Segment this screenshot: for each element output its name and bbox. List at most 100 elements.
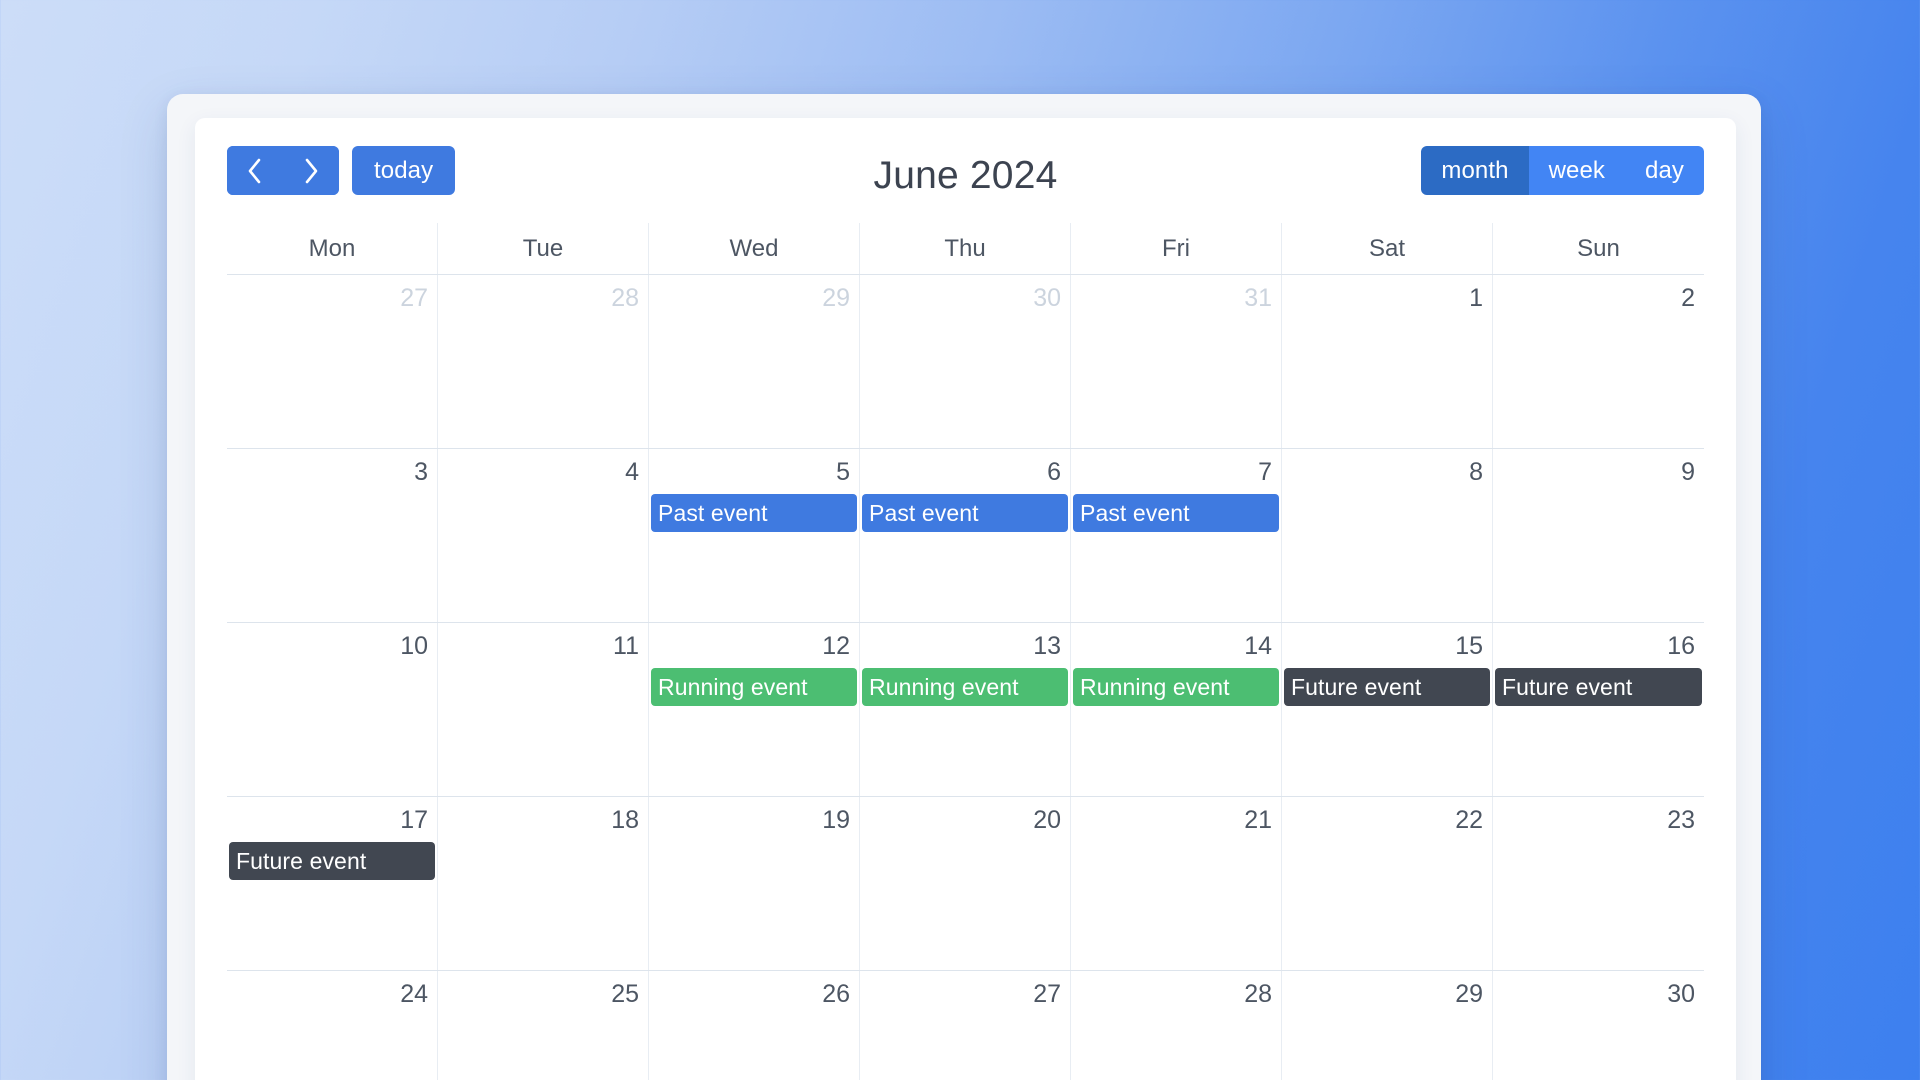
day-cell[interactable]: 28 [1071, 971, 1282, 1080]
day-cell[interactable]: 10 [227, 623, 438, 796]
day-cell[interactable]: 26 [649, 971, 860, 1080]
day-number: 25 [611, 980, 639, 1008]
calendar-event[interactable]: Future event [1284, 668, 1490, 706]
day-cell[interactable]: 2 [1493, 275, 1704, 448]
day-number: 3 [414, 458, 428, 486]
day-cell[interactable]: 20 [860, 797, 1071, 970]
day-number: 4 [625, 458, 639, 486]
day-cell[interactable]: 25 [438, 971, 649, 1080]
day-number: 13 [1033, 632, 1061, 660]
day-number: 9 [1681, 458, 1695, 486]
dow-wed: Wed [649, 223, 860, 274]
day-number: 21 [1244, 806, 1272, 834]
day-number: 23 [1667, 806, 1695, 834]
day-number: 12 [822, 632, 850, 660]
day-cell[interactable]: 28 [438, 275, 649, 448]
calendar-card: today June 2024 month week day Mon Tue W… [195, 118, 1736, 1080]
dow-fri: Fri [1071, 223, 1282, 274]
day-cell[interactable]: 15 Future event [1282, 623, 1493, 796]
day-cell[interactable]: 7 Past event [1071, 449, 1282, 622]
calendar-grid: Mon Tue Wed Thu Fri Sat Sun 27 28 29 30 31 1 2… [227, 223, 1704, 1080]
calendar-event[interactable]: Running event [862, 668, 1068, 706]
day-number: 2 [1681, 284, 1695, 312]
calendar-event[interactable]: Future event [1495, 668, 1702, 706]
day-cell[interactable]: 27 [860, 971, 1071, 1080]
day-number: 11 [613, 632, 639, 660]
day-cell[interactable]: 31 [1071, 275, 1282, 448]
day-cell[interactable]: 3 [227, 449, 438, 622]
calendar-event[interactable]: Past event [651, 494, 857, 532]
day-cell[interactable]: 29 [1282, 971, 1493, 1080]
day-cell[interactable]: 27 [227, 275, 438, 448]
day-cell[interactable]: 18 [438, 797, 649, 970]
day-number: 20 [1033, 806, 1061, 834]
day-number: 30 [1033, 284, 1061, 312]
day-of-week-header: Mon Tue Wed Thu Fri Sat Sun [227, 223, 1704, 275]
day-cell[interactable]: 23 [1493, 797, 1704, 970]
day-number: 19 [822, 806, 850, 834]
day-number: 22 [1455, 806, 1483, 834]
day-cell[interactable]: 1 [1282, 275, 1493, 448]
day-number: 28 [1244, 980, 1272, 1008]
day-number: 14 [1244, 632, 1272, 660]
day-number: 31 [1244, 284, 1272, 312]
day-cell[interactable]: 24 [227, 971, 438, 1080]
day-number: 26 [822, 980, 850, 1008]
calendar-event[interactable]: Running event [1073, 668, 1279, 706]
view-button-day[interactable]: day [1625, 146, 1704, 195]
calendar-week-row: 10 11 12 Running event 13 Running event 14 Runn… [227, 623, 1704, 797]
day-number: 29 [1455, 980, 1483, 1008]
day-cell[interactable]: 14 Running event [1071, 623, 1282, 796]
day-number: 7 [1258, 458, 1272, 486]
day-number: 29 [822, 284, 850, 312]
day-number: 24 [400, 980, 428, 1008]
day-number: 18 [611, 806, 639, 834]
view-button-week[interactable]: week [1528, 146, 1625, 195]
day-cell[interactable]: 29 [649, 275, 860, 448]
day-cell[interactable]: 12 Running event [649, 623, 860, 796]
day-number: 27 [400, 284, 428, 312]
dow-sat: Sat [1282, 223, 1493, 274]
dow-sun: Sun [1577, 234, 1620, 262]
day-cell[interactable]: 8 [1282, 449, 1493, 622]
dow-mon: Mon [227, 223, 438, 274]
calendar-toolbar: today June 2024 month week day [227, 146, 1704, 208]
day-number: 15 [1455, 632, 1483, 660]
calendar-event[interactable]: Future event [229, 842, 435, 880]
day-cell[interactable]: 16 Future event [1493, 623, 1704, 796]
day-cell[interactable]: 17 Future event [227, 797, 438, 970]
calendar-week-row: 24 25 26 27 28 29 30 [227, 971, 1704, 1080]
calendar-weeks: 27 28 29 30 31 1 2 3 4 5 Past event 6 Past event 7 Pas… [227, 275, 1704, 1080]
day-cell[interactable]: 22 [1282, 797, 1493, 970]
calendar-week-row: 3 4 5 Past event 6 Past event 7 Past event 8 9 [227, 449, 1704, 623]
day-number: 5 [836, 458, 850, 486]
day-number: 28 [611, 284, 639, 312]
day-cell[interactable]: 13 Running event [860, 623, 1071, 796]
day-number: 10 [400, 632, 428, 660]
day-cell[interactable]: 4 [438, 449, 649, 622]
day-number: 30 [1667, 980, 1695, 1008]
day-cell[interactable]: 21 [1071, 797, 1282, 970]
day-number: 6 [1047, 458, 1061, 486]
day-cell[interactable]: 30 [1493, 971, 1704, 1080]
day-cell[interactable]: 5 Past event [649, 449, 860, 622]
day-number: 27 [1033, 980, 1061, 1008]
calendar-event[interactable]: Past event [862, 494, 1068, 532]
day-cell[interactable]: 11 [438, 623, 649, 796]
calendar-week-row: 17 Future event 18 19 20 21 22 23 [227, 797, 1704, 971]
calendar-event[interactable]: Running event [651, 668, 857, 706]
calendar-week-row: 27 28 29 30 31 1 2 [227, 275, 1704, 449]
day-cell[interactable]: 19 [649, 797, 860, 970]
day-number: 1 [1469, 284, 1483, 312]
view-button-month[interactable]: month [1421, 146, 1529, 195]
day-cell[interactable]: 9 [1493, 449, 1704, 622]
dow-tue: Tue [438, 223, 649, 274]
calendar-event[interactable]: Past event [1073, 494, 1279, 532]
view-switcher: month week day [1421, 146, 1704, 195]
dow-thu: Thu [860, 223, 1071, 274]
day-number: 16 [1667, 632, 1695, 660]
day-number: 8 [1469, 458, 1483, 486]
day-cell[interactable]: 6 Past event [860, 449, 1071, 622]
day-number: 17 [400, 806, 428, 834]
day-cell[interactable]: 30 [860, 275, 1071, 448]
